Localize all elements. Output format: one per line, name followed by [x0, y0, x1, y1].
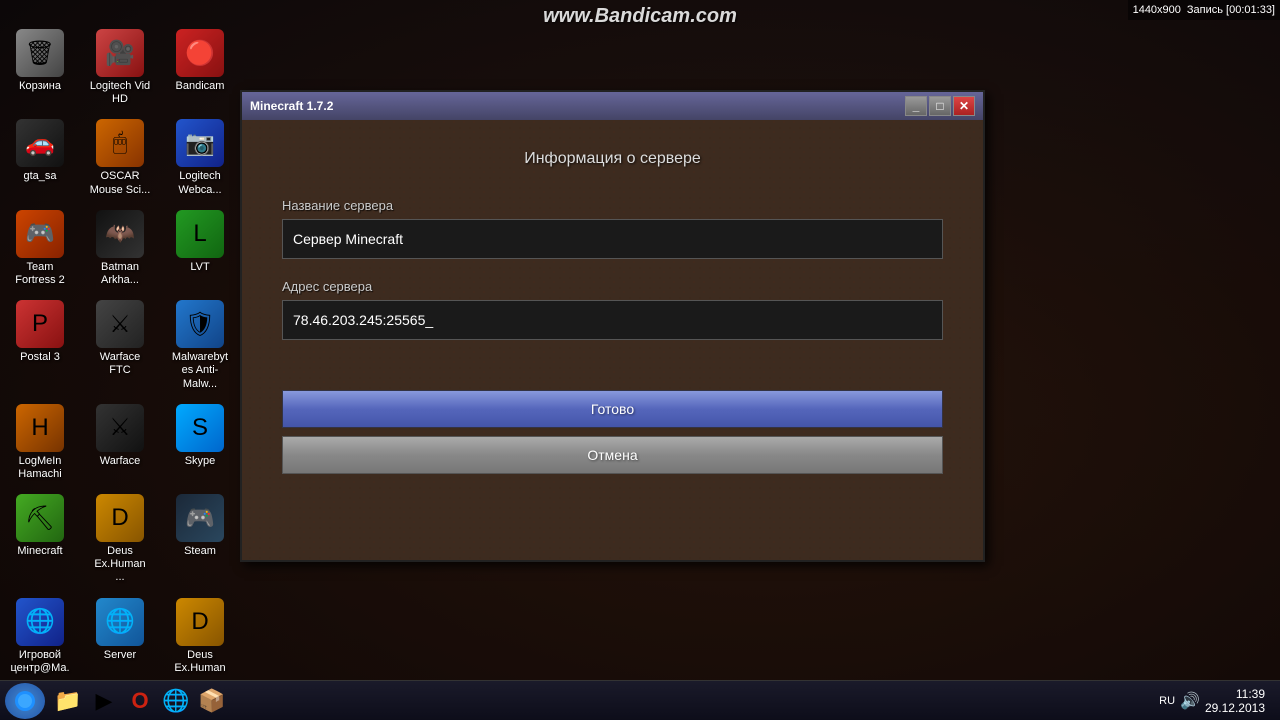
desktop-icon-trash[interactable]: 🗑 Корзина [5, 25, 75, 110]
close-button[interactable]: ✕ [953, 96, 975, 116]
icon-label-trash: Корзина [19, 80, 61, 93]
icon-img-logitech-webcam: 📷 [176, 119, 224, 167]
maximize-button[interactable]: □ [929, 96, 951, 116]
icon-img-logitech-vid: 🎥 [96, 29, 144, 77]
recording-text: Запись [00:01:33] [1187, 4, 1275, 16]
desktop-icon-postal3[interactable]: P Postal 3 [5, 296, 75, 395]
icon-img-deus: D [96, 494, 144, 542]
desktop-icon-warface-ftc[interactable]: ⚔ Warface FTC [85, 296, 155, 395]
icon-label-postal3: Postal 3 [20, 351, 60, 364]
taskbar-media[interactable]: ▶ [88, 685, 120, 717]
desktop-icon-oscar[interactable]: 🖱 OSCAR Mouse Sci... [85, 115, 155, 200]
desktop-icon-igrovoy[interactable]: 🌐Игровой центр@Ma... [5, 594, 75, 693]
icon-img-warface-ftc: ⚔ [96, 300, 144, 348]
icon-img-skype: S [176, 404, 224, 452]
minecraft-dialog: Minecraft 1.7.2 _ □ ✕ Информация о серве… [240, 90, 985, 562]
start-button[interactable] [5, 683, 45, 719]
icon-label-bandicam: Bandicam [176, 80, 225, 93]
taskbar-folder[interactable]: 📁 [52, 685, 84, 717]
desktop-icon-gta-sa[interactable]: 🚗 gta_sa [5, 115, 75, 200]
icon-label-skype: Skype [185, 455, 216, 468]
minimize-button[interactable]: _ [905, 96, 927, 116]
desktop-icon-server[interactable]: 🌐 Server [85, 594, 155, 693]
icon-label-logmein: LogMeIn Hamachi [9, 455, 71, 481]
system-clock: 11:39 29.12.2013 [1205, 687, 1265, 715]
icon-label-tf2: Team Fortress 2 [9, 261, 71, 287]
icon-img-steam: 🎮 [176, 494, 224, 542]
icon-img-deus2: D [176, 598, 224, 646]
icon-label-warface: Warface [100, 455, 141, 468]
clock-date: 29.12.2013 [1205, 701, 1265, 715]
tray-language: RU [1159, 695, 1175, 707]
desktop-icon-deus2[interactable]: DDeus Ex.Human ... [165, 594, 235, 693]
cancel-button[interactable]: Отмена [282, 436, 943, 474]
icon-img-bandicam: 🔴 [176, 29, 224, 77]
desktop: www.Bandicam.com 1440x900 Запись [00:01:… [0, 0, 1280, 720]
desktop-icon-steam[interactable]: 🎮 Steam [165, 490, 235, 589]
resolution-text: 1440x900 [1133, 4, 1181, 16]
icon-label-gta-sa: gta_sa [23, 170, 56, 183]
icon-label-oscar: OSCAR Mouse Sci... [89, 170, 151, 196]
done-button[interactable]: Готово [282, 390, 943, 428]
dialog-body: Информация о сервере Название сервера Ад… [242, 120, 983, 560]
desktop-icon-tf2[interactable]: 🎮 Team Fortress 2 [5, 206, 75, 291]
icon-img-postal3: P [16, 300, 64, 348]
taskbar: 📁 ▶ O 🌐 📦 RU 🔊 11:39 29.12.2013 [0, 680, 1280, 720]
icon-img-trash: 🗑 [16, 29, 64, 77]
icon-label-logitech-vid: Logitech Vid HD [89, 80, 151, 106]
desktop-icon-logmein[interactable]: H LogMeIn Hamachi [5, 400, 75, 485]
desktop-icon-batman[interactable]: 🦇 Batman Arkha... [85, 206, 155, 291]
server-address-input[interactable] [282, 300, 943, 340]
taskbar-right: RU 🔊 11:39 29.12.2013 [1159, 687, 1275, 715]
taskbar-opera[interactable]: O [124, 685, 156, 717]
icon-label-logitech-webcam: Logitech Webca... [169, 170, 231, 196]
server-address-label: Адрес сервера [282, 279, 943, 294]
desktop-icon-lvt[interactable]: L LVT [165, 206, 235, 291]
desktop-icon-logitech-webcam[interactable]: 📷 Logitech Webca... [165, 115, 235, 200]
taskbar-mc[interactable]: 📦 [196, 685, 228, 717]
icon-label-minecraft: Minecraft [17, 545, 62, 558]
icon-label-lvt: LVT [190, 261, 209, 274]
desktop-icon-skype[interactable]: S Skype [165, 400, 235, 485]
icon-img-logmein: H [16, 404, 64, 452]
icon-img-lvt: L [176, 210, 224, 258]
icon-img-batman: 🦇 [96, 210, 144, 258]
desktop-icon-logitech-vid[interactable]: 🎥 Logitech Vid HD [85, 25, 155, 110]
icon-label-malwarebytes: Malwarebytes Anti-Malw... [169, 351, 231, 391]
taskbar-chrome[interactable]: 🌐 [160, 685, 192, 717]
dialog-heading: Информация о сервере [282, 150, 943, 168]
clock-time: 11:39 [1205, 687, 1265, 701]
desktop-icon-bandicam[interactable]: 🔴 Bandicam [165, 25, 235, 110]
icon-img-tf2: 🎮 [16, 210, 64, 258]
bandicam-watermark: www.Bandicam.com [543, 5, 737, 28]
icon-label-server: Server [104, 649, 136, 662]
icon-label-warface-ftc: Warface FTC [89, 351, 151, 377]
icon-img-warface: ⚔ [96, 404, 144, 452]
dialog-title: Minecraft 1.7.2 [250, 99, 903, 113]
server-name-label: Название сервера [282, 198, 943, 213]
desktop-icon-warface[interactable]: ⚔ Warface [85, 400, 155, 485]
icon-label-deus: Deus Ex.Human ... [89, 545, 151, 585]
system-tray: 1440x900 Запись [00:01:33] [1128, 0, 1280, 20]
icon-label-steam: Steam [184, 545, 216, 558]
icon-img-igrovoy: 🌐 [16, 598, 64, 646]
desktop-icons: 🗑 Корзина 🎥 Logitech Vid HD 🔴 Bandicam 🚗 gta_sa… [5, 25, 240, 720]
server-name-input[interactable] [282, 219, 943, 259]
desktop-icon-deus[interactable]: DDeus Ex.Human ... [85, 490, 155, 589]
icon-img-malwarebytes: 🛡 [176, 300, 224, 348]
icon-img-minecraft: ⛏ [16, 494, 64, 542]
desktop-icon-malwarebytes[interactable]: 🛡Malwarebytes Anti-Malw... [165, 296, 235, 395]
desktop-icon-minecraft[interactable]: ⛏ Minecraft [5, 490, 75, 589]
tray-speaker[interactable]: 🔊 [1180, 691, 1200, 711]
dialog-titlebar[interactable]: Minecraft 1.7.2 _ □ ✕ [242, 92, 983, 120]
icon-img-oscar: 🖱 [96, 119, 144, 167]
icon-label-batman: Batman Arkha... [89, 261, 151, 287]
icon-img-gta-sa: 🚗 [16, 119, 64, 167]
icon-img-server: 🌐 [96, 598, 144, 646]
